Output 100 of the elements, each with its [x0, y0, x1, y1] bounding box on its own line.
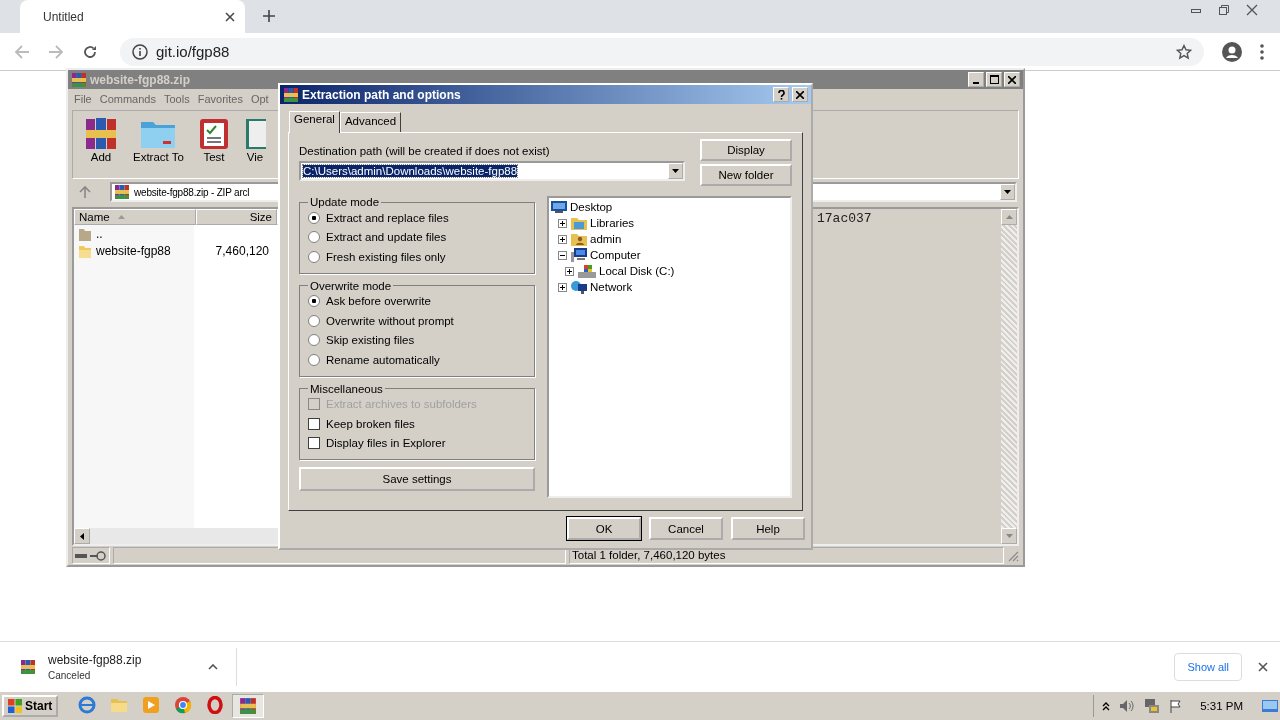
caret-icon: [1004, 190, 1011, 194]
close-icon: [796, 90, 804, 99]
globe-icon: [78, 696, 97, 714]
close-icon[interactable]: [1258, 661, 1268, 672]
info-icon[interactable]: [132, 43, 148, 60]
dropdown-button[interactable]: [1000, 184, 1015, 200]
download-name[interactable]: website-fgp88.zip: [48, 652, 196, 667]
menu-item[interactable]: Commands: [99, 92, 156, 105]
dialog-button[interactable]: Cancel: [649, 517, 723, 540]
scrollbar[interactable]: [1001, 209, 1017, 544]
caret-up-icon[interactable]: [208, 663, 218, 670]
tab[interactable]: Advanced: [339, 112, 402, 132]
toolbar-button[interactable]: Add: [83, 116, 119, 163]
start-button[interactable]: Start: [2, 695, 59, 717]
menu-item[interactable]: File: [74, 92, 92, 105]
url-text: git.io/fgp88: [156, 43, 230, 60]
radio-button[interactable]: [308, 295, 320, 308]
radio-button[interactable]: [308, 231, 320, 244]
new-tab-icon[interactable]: [262, 9, 276, 23]
radio-label[interactable]: Extract and update files: [326, 231, 447, 244]
radio-button[interactable]: [308, 314, 320, 327]
reload-icon[interactable]: [82, 43, 98, 60]
caret-icon: [672, 169, 679, 173]
sort-up-icon: [117, 215, 125, 219]
radio-label[interactable]: Extract and replace files: [326, 211, 449, 224]
clock[interactable]: 5:31 PM: [1200, 700, 1243, 712]
network-icon[interactable]: [1144, 698, 1161, 714]
tree-item[interactable]: Network: [590, 281, 633, 293]
dialog-button[interactable]: Help: [731, 517, 805, 540]
speaker-icon[interactable]: [1119, 699, 1136, 713]
minimize-icon: [973, 81, 979, 84]
left-arrow-icon: [80, 532, 84, 540]
minimize-button[interactable]: [968, 72, 984, 87]
taskbar-button[interactable]: [232, 694, 265, 718]
checkbox-label[interactable]: Keep broken files: [326, 417, 415, 430]
question-icon: [777, 89, 785, 100]
checkbox[interactable]: [308, 437, 320, 450]
book-icon: [243, 116, 266, 150]
tree-item[interactable]: Libraries: [590, 217, 635, 229]
radio-label[interactable]: Overwrite without prompt: [326, 314, 454, 327]
radio-label[interactable]: Fresh existing files only: [326, 250, 446, 263]
play-icon: [143, 697, 160, 713]
flag-icon[interactable]: [1169, 699, 1184, 713]
dialog-button[interactable]: OK: [567, 517, 641, 540]
address-bar[interactable]: git.io/fgp88: [120, 37, 1204, 66]
checkbox[interactable]: [308, 417, 320, 430]
dialog-button[interactable]: New folder: [700, 164, 792, 186]
tab[interactable]: General: [289, 111, 340, 133]
expand-icon[interactable]: [558, 218, 567, 228]
tree-item[interactable]: Local Disk (C:): [599, 265, 675, 277]
save-settings-button[interactable]: Save settings: [299, 467, 535, 491]
collapse-icon[interactable]: [558, 250, 567, 260]
comment-text: 17ac037: [816, 210, 873, 228]
show-all-button[interactable]: Show all: [1174, 652, 1242, 681]
radio-label[interactable]: Skip existing files: [326, 334, 415, 347]
toolbar-button[interactable]: Test: [197, 116, 230, 163]
expand-icon[interactable]: [565, 266, 574, 276]
account-icon[interactable]: [1222, 41, 1242, 62]
maximize-icon: [989, 75, 999, 84]
radio-button[interactable]: [308, 250, 320, 263]
close-button[interactable]: [1004, 72, 1020, 87]
expand-icon[interactable]: [558, 234, 567, 244]
file-name[interactable]: website-fgp88: [96, 243, 171, 258]
expand-icon[interactable]: [558, 282, 567, 292]
browser-tab[interactable]: Untitled: [20, 0, 245, 33]
maximize-button[interactable]: [986, 72, 1002, 87]
menu-item[interactable]: Opt: [250, 92, 269, 105]
file-name[interactable]: ..: [96, 226, 103, 241]
tree-item[interactable]: Computer: [590, 249, 641, 261]
archive-icon: [20, 658, 36, 675]
down-arrow-icon: [1005, 534, 1013, 538]
close-button[interactable]: [792, 87, 808, 102]
checkbox-label[interactable]: Display files in Explorer: [326, 437, 446, 450]
star-icon[interactable]: [1176, 43, 1192, 60]
menu-icon[interactable]: [1260, 43, 1264, 60]
radio-label[interactable]: Rename automatically: [326, 353, 440, 366]
close-icon[interactable]: [225, 11, 235, 22]
dialog-button[interactable]: Display: [700, 139, 792, 161]
tree-item[interactable]: Desktop: [570, 201, 613, 213]
column-header[interactable]: Name: [74, 209, 196, 225]
folder-icon: [571, 216, 587, 230]
destination-field[interactable]: C:\Users\admin\Downloads\website-fgp88: [299, 161, 685, 181]
close-icon[interactable]: [1246, 4, 1258, 16]
dropdown-button[interactable]: [668, 163, 683, 179]
help-button[interactable]: [773, 87, 789, 102]
radio-button[interactable]: [308, 334, 320, 347]
restore-icon[interactable]: [1218, 4, 1230, 16]
toolbar-button[interactable]: Vie: [243, 116, 266, 163]
folder-icon: [110, 697, 129, 713]
tree-item[interactable]: admin: [590, 233, 622, 245]
menu-item[interactable]: Tools: [164, 92, 190, 105]
column-header[interactable]: Size: [196, 209, 277, 225]
radio-button[interactable]: [308, 211, 320, 224]
radio-label[interactable]: Ask before overwrite: [326, 295, 431, 308]
menu-item[interactable]: Favorites: [197, 92, 243, 105]
toolbar-button[interactable]: Extract To: [133, 116, 184, 163]
show-desktop-icon[interactable]: [1262, 699, 1278, 713]
chevron-up-icon[interactable]: [1102, 701, 1111, 711]
radio-button[interactable]: [308, 353, 320, 366]
clipboard-icon: [197, 116, 230, 150]
